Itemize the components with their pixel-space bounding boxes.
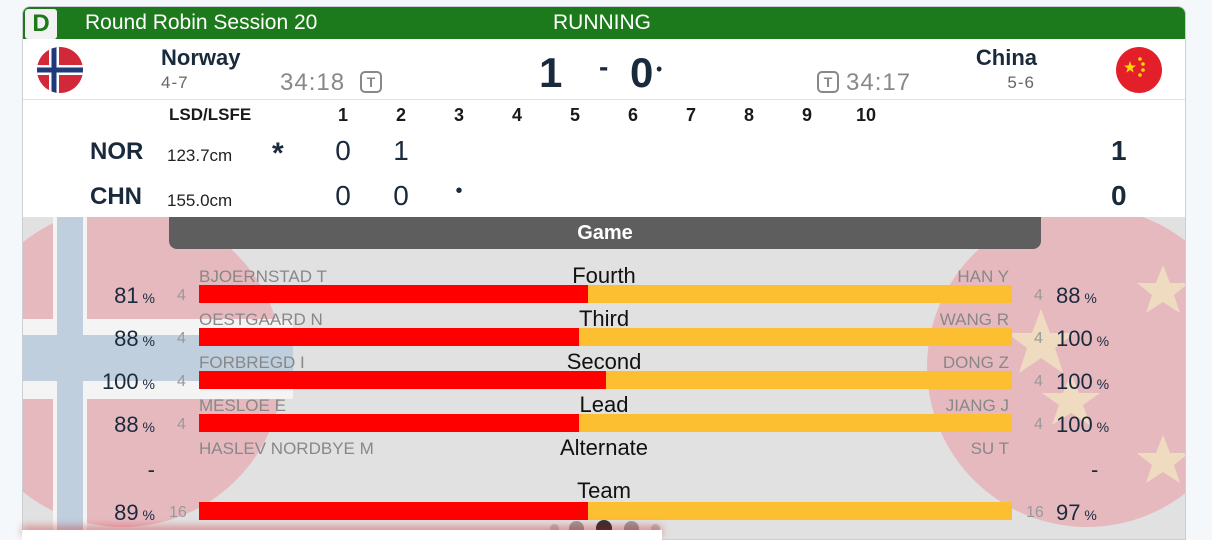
team-right-record: 5-6: [1007, 73, 1035, 92]
team-right-name: China: [975, 45, 1037, 70]
timeout-icon: T: [360, 71, 382, 93]
end-number: 2: [395, 105, 406, 125]
norway-flag-icon: [37, 47, 83, 93]
stat-row: Fourth BJOERNSTAD T HAN Y 81 % 4 4 88 %: [23, 263, 1185, 308]
position-label: Team: [577, 478, 631, 503]
team-right-clock: 34:17: [846, 69, 912, 96]
position-label: Alternate: [559, 435, 649, 460]
player-right-shots: 4: [1034, 416, 1043, 433]
team-left-shots: 16: [169, 504, 187, 521]
game-status: RUNNING: [553, 11, 651, 34]
stat-row: Second FORBREGD I DONG Z 100 % 4 4 100 %: [23, 349, 1185, 394]
end-number: 6: [627, 105, 638, 125]
end-score: 0: [393, 180, 409, 211]
next-card-edge: [22, 530, 662, 540]
team-right-score: 0: [630, 49, 654, 96]
player-right-name: DONG Z: [942, 353, 1009, 372]
team-left-pct: 89 %: [114, 500, 155, 525]
team-left-lsd: 123.7cm: [167, 146, 233, 165]
team-right-total: 0: [1111, 180, 1127, 211]
team-left-total: 1: [1111, 135, 1127, 166]
hammer-dot-icon: •: [455, 180, 463, 202]
end-score: 1: [393, 135, 409, 166]
hammer-indicator-icon: •: [656, 59, 663, 79]
end-number: 7: [685, 105, 696, 125]
end-number: 5: [569, 105, 580, 125]
player-left-name: BJOERNSTAD T: [199, 267, 327, 286]
player-right-shots: 4: [1034, 330, 1043, 347]
percentage-bar: [199, 414, 1012, 432]
player-left-name: OESTGAARD N: [199, 310, 323, 329]
china-flag-icon: [1116, 47, 1162, 93]
stat-row: Lead MESLOE E JIANG J 88 % 4 4 100 %: [23, 392, 1185, 437]
player-left-shots: 4: [177, 373, 186, 390]
player-left-name: FORBREGD I: [199, 353, 305, 372]
percentage-bar-left: [199, 285, 589, 303]
end-score: 0: [335, 180, 351, 211]
team-left-score: 1: [539, 49, 563, 96]
end-score: 0: [335, 135, 351, 166]
score-dash: -: [599, 51, 609, 82]
stat-row: Third OESTGAARD N WANG R 88 % 4 4 100 %: [23, 306, 1185, 351]
player-right-shots: 4: [1034, 373, 1043, 390]
percentage-bar: [199, 328, 1012, 346]
stat-row: Alternate HASLEV NORDBYE M SU T - -: [23, 435, 1185, 482]
team-right-abbr: CHN: [90, 183, 142, 210]
team-right-lsd: 155.0cm: [167, 191, 233, 210]
hammer-marker-icon: *: [272, 137, 284, 170]
game-stats-panel: Game Fourth BJOERNSTAD T HAN Y 81 % 4 4 …: [23, 217, 1185, 539]
team-left-clock: 34:18: [280, 69, 346, 96]
percentage-bar-left: [199, 328, 580, 346]
end-number: 10: [855, 105, 877, 125]
player-left-shots: 4: [177, 330, 186, 347]
end-number: 3: [453, 105, 464, 125]
header-divider: [23, 99, 1185, 100]
percentage-bar: [199, 371, 1012, 389]
team-right-pct: 97 %: [1056, 500, 1097, 525]
team-left-name: Norway: [161, 45, 241, 70]
team-left-abbr: NOR: [90, 138, 144, 165]
end-number: 1: [337, 105, 348, 125]
lsd-header: LSD/LSFE: [169, 105, 252, 124]
stat-row-team: Team 89 % 16 16 97 %: [23, 478, 1185, 525]
player-right-name: HAN Y: [957, 267, 1009, 286]
session-title: Round Robin Session 20: [85, 11, 318, 34]
stats-title: Game: [169, 217, 1041, 249]
end-number: 8: [743, 105, 754, 125]
end-number: 9: [801, 105, 812, 125]
timeout-icon: T: [817, 71, 839, 93]
scoreboard-card: D Round Robin Session 20 RUNNING Norway …: [22, 6, 1186, 540]
team-left-record: 4-7: [161, 73, 189, 92]
end-number: 4: [511, 105, 522, 125]
header-bar: D Round Robin Session 20 RUNNING: [23, 7, 1185, 39]
player-left-name: HASLEV NORDBYE M: [199, 439, 374, 458]
percentage-bar-left: [199, 371, 606, 389]
percentage-bar-left: [199, 502, 589, 520]
player-left-shots: 4: [177, 416, 186, 433]
player-left-shots: 4: [177, 287, 186, 304]
percentage-bar-left: [199, 414, 580, 432]
player-right-name: WANG R: [939, 310, 1009, 329]
percentage-bar: [199, 285, 1012, 303]
player-right-shots: 4: [1034, 287, 1043, 304]
team-right-shots: 16: [1026, 504, 1044, 521]
player-left-name: MESLOE E: [199, 396, 286, 415]
player-right-name: SU T: [970, 439, 1009, 458]
player-right-name: JIANG J: [945, 396, 1009, 415]
division-badge: D: [25, 9, 57, 39]
